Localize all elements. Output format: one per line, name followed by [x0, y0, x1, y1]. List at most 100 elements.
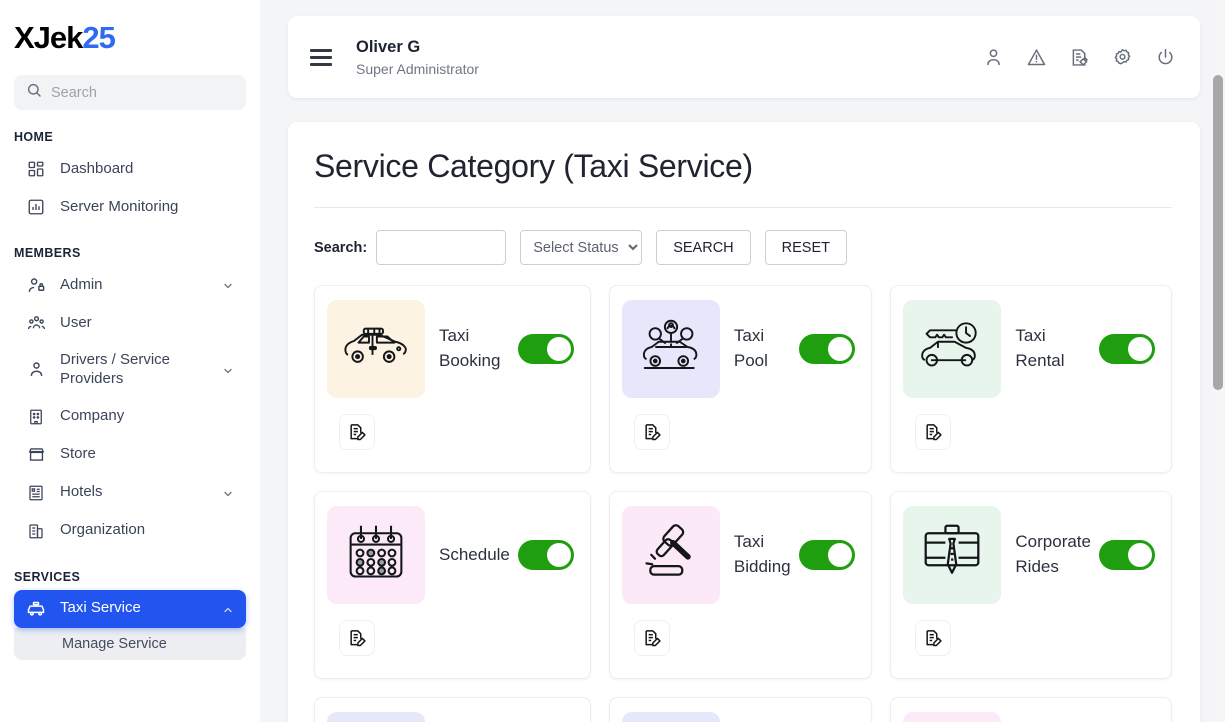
top-header-bar: Oliver G Super Administrator: [288, 16, 1200, 98]
taxi-pool-icon: [636, 317, 706, 382]
taxi-icon: [26, 599, 46, 619]
filter-bar: Search: Select Status Active Inactive SE…: [314, 208, 1172, 285]
card-title: Taxi Bidding: [720, 530, 800, 579]
card-header: Book for: [622, 712, 860, 722]
sidebar-item-company[interactable]: Company: [14, 398, 246, 436]
gavel-icon: [639, 521, 703, 590]
edit-service-button[interactable]: [339, 414, 375, 450]
taxi-car-icon: [341, 320, 411, 379]
card-actions: [903, 414, 1159, 450]
service-card[interactable]: Book for: [609, 697, 873, 722]
store-icon: [26, 445, 46, 465]
card-thumbnail: [903, 712, 1001, 722]
service-card-grid: Taxi Booking: [314, 285, 1172, 722]
status-toggle[interactable]: [1099, 540, 1155, 570]
status-toggle[interactable]: [799, 334, 855, 364]
service-card[interactable]: Schedule: [314, 491, 591, 679]
sidebar-search[interactable]: Search: [14, 75, 246, 110]
document-edit-icon[interactable]: [1069, 47, 1090, 68]
status-toggle[interactable]: [518, 334, 574, 364]
card-title: Corporate Rides: [1001, 530, 1099, 579]
card-title: Taxi Pool: [720, 324, 800, 373]
alert-triangle-icon[interactable]: [1026, 47, 1047, 68]
header-icon-group: [983, 47, 1176, 68]
chevron-down-icon: [222, 279, 234, 291]
toggle-knob: [1128, 337, 1152, 361]
chevron-down-icon: [222, 487, 234, 499]
sidebar-section-members: MEMBERS: [14, 246, 260, 260]
sidebar-search-placeholder: Search: [51, 85, 97, 101]
sidebar-item-organization[interactable]: Organization: [14, 512, 246, 550]
chevron-up-icon: [222, 603, 234, 615]
status-toggle[interactable]: [518, 540, 574, 570]
sidebar-item-label: Company: [60, 407, 234, 426]
sidebar-item-label: Organization: [60, 521, 234, 540]
sidebar-item-label: Server Monitoring: [60, 198, 234, 217]
service-card[interactable]: Corporate Rides: [890, 491, 1172, 679]
calendar-icon: [345, 522, 407, 589]
toggle-knob: [828, 543, 852, 567]
hamburger-menu-icon[interactable]: [310, 45, 332, 70]
sidebar: XJek25 Search HOME Dashboard Server Moni…: [0, 0, 260, 722]
reset-button[interactable]: RESET: [765, 230, 847, 265]
users-group-icon: [26, 313, 46, 333]
sidebar-item-label: Store: [60, 445, 234, 464]
sidebar-item-store[interactable]: Store: [14, 436, 246, 474]
service-card[interactable]: [314, 697, 591, 722]
logo-text-accent: 25: [82, 20, 114, 55]
card-header: Corporate Rides: [903, 506, 1159, 604]
sidebar-item-label: Drivers / Service Providers: [60, 351, 208, 389]
card-title: Schedule: [425, 543, 518, 568]
service-card[interactable]: Taxi Pool: [609, 285, 873, 473]
card-actions: [622, 620, 860, 656]
card-header: Taxi Rental: [903, 300, 1159, 398]
sidebar-item-hotels[interactable]: Hotels: [14, 474, 246, 512]
card-actions: [327, 414, 578, 450]
search-button[interactable]: SEARCH: [656, 230, 750, 265]
gear-icon[interactable]: [1112, 47, 1133, 68]
hotel-icon: [26, 483, 46, 503]
card-actions: [327, 620, 578, 656]
edit-service-button[interactable]: [915, 620, 951, 656]
profile-icon[interactable]: [983, 47, 1004, 68]
search-label: Search:: [314, 240, 367, 256]
dashboard-grid-icon: [26, 159, 46, 179]
sidebar-subitem-manage-service[interactable]: Manage Service: [14, 628, 246, 660]
card-thumbnail: [327, 506, 425, 604]
edit-service-button[interactable]: [634, 414, 670, 450]
sidebar-item-drivers-service-providers[interactable]: Drivers / Service Providers: [14, 342, 246, 398]
sidebar-item-label: User: [60, 314, 234, 333]
sidebar-item-dashboard[interactable]: Dashboard: [14, 150, 246, 188]
sidebar-item-admin[interactable]: Admin: [14, 266, 246, 304]
scrollbar-thumb[interactable]: [1213, 75, 1223, 390]
card-title: Taxi Booking: [425, 324, 518, 373]
sidebar-item-label: Hotels: [60, 483, 208, 502]
main-content: Oliver G Super Administrator: [260, 0, 1225, 722]
chevron-down-icon: [222, 364, 234, 376]
service-card[interactable]: Taxi Bidding: [609, 491, 873, 679]
status-toggle[interactable]: [799, 540, 855, 570]
service-card[interactable]: Taxi Rental: [890, 285, 1172, 473]
edit-service-button[interactable]: [339, 620, 375, 656]
card-header: Taxi Bidding: [622, 506, 860, 604]
service-card[interactable]: [890, 697, 1172, 722]
sidebar-item-taxi-service[interactable]: Taxi Service: [14, 590, 246, 628]
card-header: Schedule: [327, 506, 578, 604]
card-thumbnail: [903, 506, 1001, 604]
card-thumbnail: [903, 300, 1001, 398]
header-user-role: Super Administrator: [356, 61, 983, 77]
status-toggle[interactable]: [1099, 334, 1155, 364]
service-card[interactable]: Taxi Booking: [314, 285, 591, 473]
card-actions: [622, 414, 860, 450]
card-title: Taxi Rental: [1001, 324, 1099, 373]
driver-person-icon: [26, 360, 46, 380]
edit-service-button[interactable]: [915, 414, 951, 450]
power-icon[interactable]: [1155, 47, 1176, 68]
app-logo[interactable]: XJek25: [14, 22, 260, 53]
status-select[interactable]: Select Status Active Inactive: [520, 230, 642, 265]
edit-service-button[interactable]: [634, 620, 670, 656]
sidebar-item-server-monitoring[interactable]: Server Monitoring: [14, 188, 246, 226]
search-input[interactable]: [376, 230, 506, 265]
sidebar-item-user[interactable]: User: [14, 304, 246, 342]
page-scrollbar[interactable]: [1211, 0, 1225, 722]
